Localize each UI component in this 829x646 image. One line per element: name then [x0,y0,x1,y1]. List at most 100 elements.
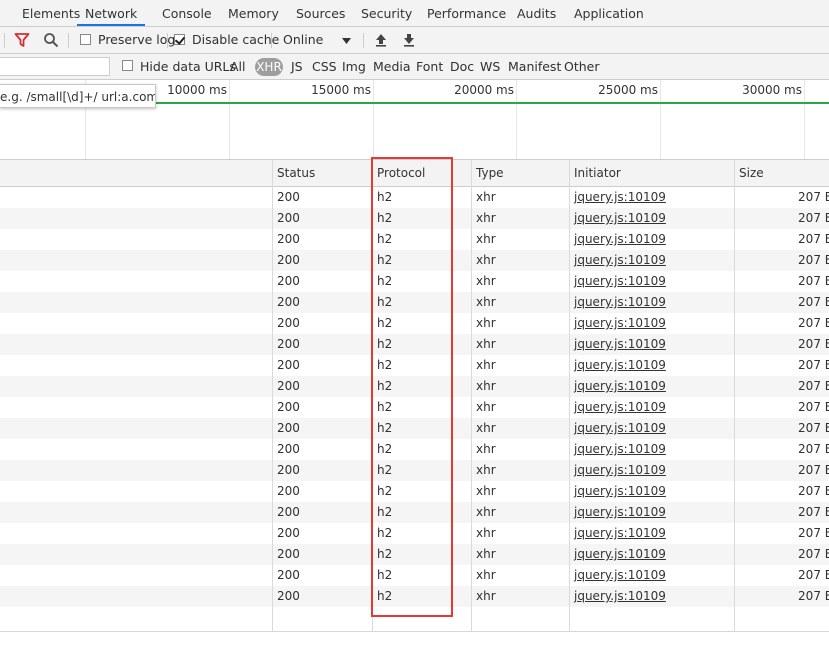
filter-input[interactable] [0,57,110,76]
toolbar-separator [68,33,69,48]
initiator-link[interactable]: jquery.js:10109 [574,376,666,397]
tab-performance[interactable]: Performance [427,0,506,26]
table-row[interactable]: 200 h2 xhr jquery.js:10109 207 B [0,418,829,439]
filter-type-js[interactable]: JS [291,54,303,79]
filter-type-media[interactable]: Media [373,54,411,79]
tab-network[interactable]: Network [77,0,146,26]
status-cell: 200 [277,337,300,351]
status-cell: 200 [277,358,300,372]
overview-request-bar [156,102,829,104]
table-row[interactable]: 200 h2 xhr jquery.js:10109 207 B [0,187,829,208]
filter-type-css[interactable]: CSS [312,54,337,79]
type-cell: xhr [476,295,496,309]
initiator-link[interactable]: jquery.js:10109 [574,355,666,376]
filter-type-all[interactable]: All [230,54,246,79]
search-icon[interactable] [43,32,59,48]
column-header-protocol[interactable]: Protocol [377,160,425,186]
hide-data-urls-checkbox[interactable] [122,60,133,71]
initiator-link[interactable]: jquery.js:10109 [574,502,666,523]
overview-gridline [229,80,230,159]
filter-type-font[interactable]: Font [416,54,443,79]
toolbar-separator [271,33,272,48]
column-divider[interactable] [734,160,735,632]
initiator-link[interactable]: jquery.js:10109 [574,187,666,208]
filter-icon[interactable] [14,32,30,48]
table-row[interactable]: 200 h2 xhr jquery.js:10109 207 B [0,481,829,502]
initiator-link[interactable]: jquery.js:10109 [574,229,666,250]
initiator-link[interactable]: jquery.js:10109 [574,250,666,271]
column-header-size[interactable]: Size [739,160,764,186]
filter-type-other[interactable]: Other [564,54,600,79]
size-cell: 207 B [798,463,829,477]
initiator-link[interactable]: jquery.js:10109 [574,544,666,565]
protocol-cell: h2 [377,337,393,351]
table-row[interactable]: 200 h2 xhr jquery.js:10109 207 B [0,565,829,586]
table-row[interactable]: 200 h2 xhr jquery.js:10109 207 B [0,523,829,544]
export-har-icon[interactable] [403,33,415,47]
table-row[interactable]: 200 h2 xhr jquery.js:10109 207 B [0,460,829,481]
table-row[interactable]: 200 h2 xhr jquery.js:10109 207 B [0,397,829,418]
initiator-link[interactable]: jquery.js:10109 [574,460,666,481]
tab-security[interactable]: Security [361,0,412,26]
column-divider[interactable] [569,160,570,632]
overview-time-label: 30000 ms [742,83,802,97]
initiator-link[interactable]: jquery.js:10109 [574,439,666,460]
table-row[interactable]: 200 h2 xhr jquery.js:10109 207 B [0,355,829,376]
type-cell: xhr [476,400,496,414]
column-divider[interactable] [372,160,373,632]
initiator-link[interactable]: jquery.js:10109 [574,292,666,313]
import-har-icon[interactable] [375,33,387,47]
initiator-link[interactable]: jquery.js:10109 [574,481,666,502]
table-row[interactable]: 200 h2 xhr jquery.js:10109 207 B [0,313,829,334]
initiator-link[interactable]: jquery.js:10109 [574,334,666,355]
initiator-link[interactable]: jquery.js:10109 [574,586,666,607]
tab-sources[interactable]: Sources [296,0,345,26]
filter-type-img[interactable]: Img [342,54,366,79]
column-header-type[interactable]: Type [476,160,504,186]
initiator-link[interactable]: jquery.js:10109 [574,313,666,334]
column-header-status[interactable]: Status [277,160,315,186]
chevron-down-icon[interactable] [342,37,351,44]
tab-memory[interactable]: Memory [228,0,279,26]
protocol-cell: h2 [377,463,393,477]
initiator-link[interactable]: jquery.js:10109 [574,397,666,418]
initiator-link[interactable]: jquery.js:10109 [574,523,666,544]
column-divider[interactable] [471,160,472,632]
overview-gridline [660,80,661,159]
table-row[interactable]: 200 h2 xhr jquery.js:10109 207 B [0,334,829,355]
table-row[interactable]: 200 h2 xhr jquery.js:10109 207 B [0,229,829,250]
type-cell: xhr [476,421,496,435]
status-cell: 200 [277,505,300,519]
tab-audits[interactable]: Audits [517,0,556,26]
throttling-select[interactable]: Online [283,27,323,53]
initiator-link[interactable]: jquery.js:10109 [574,565,666,586]
table-row[interactable]: 200 h2 xhr jquery.js:10109 207 B [0,271,829,292]
tab-elements[interactable]: Elements [22,0,80,26]
column-header-initiator[interactable]: Initiator [574,160,621,186]
tab-application[interactable]: Application [574,0,644,26]
table-row[interactable]: 200 h2 xhr jquery.js:10109 207 B [0,439,829,460]
filter-type-doc[interactable]: Doc [450,54,474,79]
filter-type-ws[interactable]: WS [480,54,500,79]
filter-type-manifest[interactable]: Manifest [508,54,561,79]
size-cell: 207 B [798,337,829,351]
initiator-link[interactable]: jquery.js:10109 [574,271,666,292]
table-row[interactable]: 200 h2 xhr jquery.js:10109 207 B [0,586,829,607]
table-row[interactable]: 200 h2 xhr jquery.js:10109 207 B [0,208,829,229]
table-row[interactable]: 200 h2 xhr jquery.js:10109 207 B [0,544,829,565]
initiator-link[interactable]: jquery.js:10109 [574,418,666,439]
type-cell: xhr [476,526,496,540]
column-divider[interactable] [272,160,273,632]
table-row[interactable]: 200 h2 xhr jquery.js:10109 207 B [0,376,829,397]
preserve-log-checkbox[interactable] [80,34,91,45]
table-row[interactable]: 200 h2 xhr jquery.js:10109 207 B [0,250,829,271]
status-cell: 200 [277,190,300,204]
tab-console[interactable]: Console [162,0,212,26]
initiator-link[interactable]: jquery.js:10109 [574,208,666,229]
filter-type-xhr[interactable]: XHR [255,58,283,76]
table-row[interactable]: 200 h2 xhr jquery.js:10109 207 B [0,292,829,313]
table-row[interactable]: 200 h2 xhr jquery.js:10109 207 B [0,502,829,523]
disable-cache-checkbox[interactable] [174,34,185,45]
status-cell: 200 [277,211,300,225]
hide-data-urls-label: Hide data URLs [140,59,236,74]
